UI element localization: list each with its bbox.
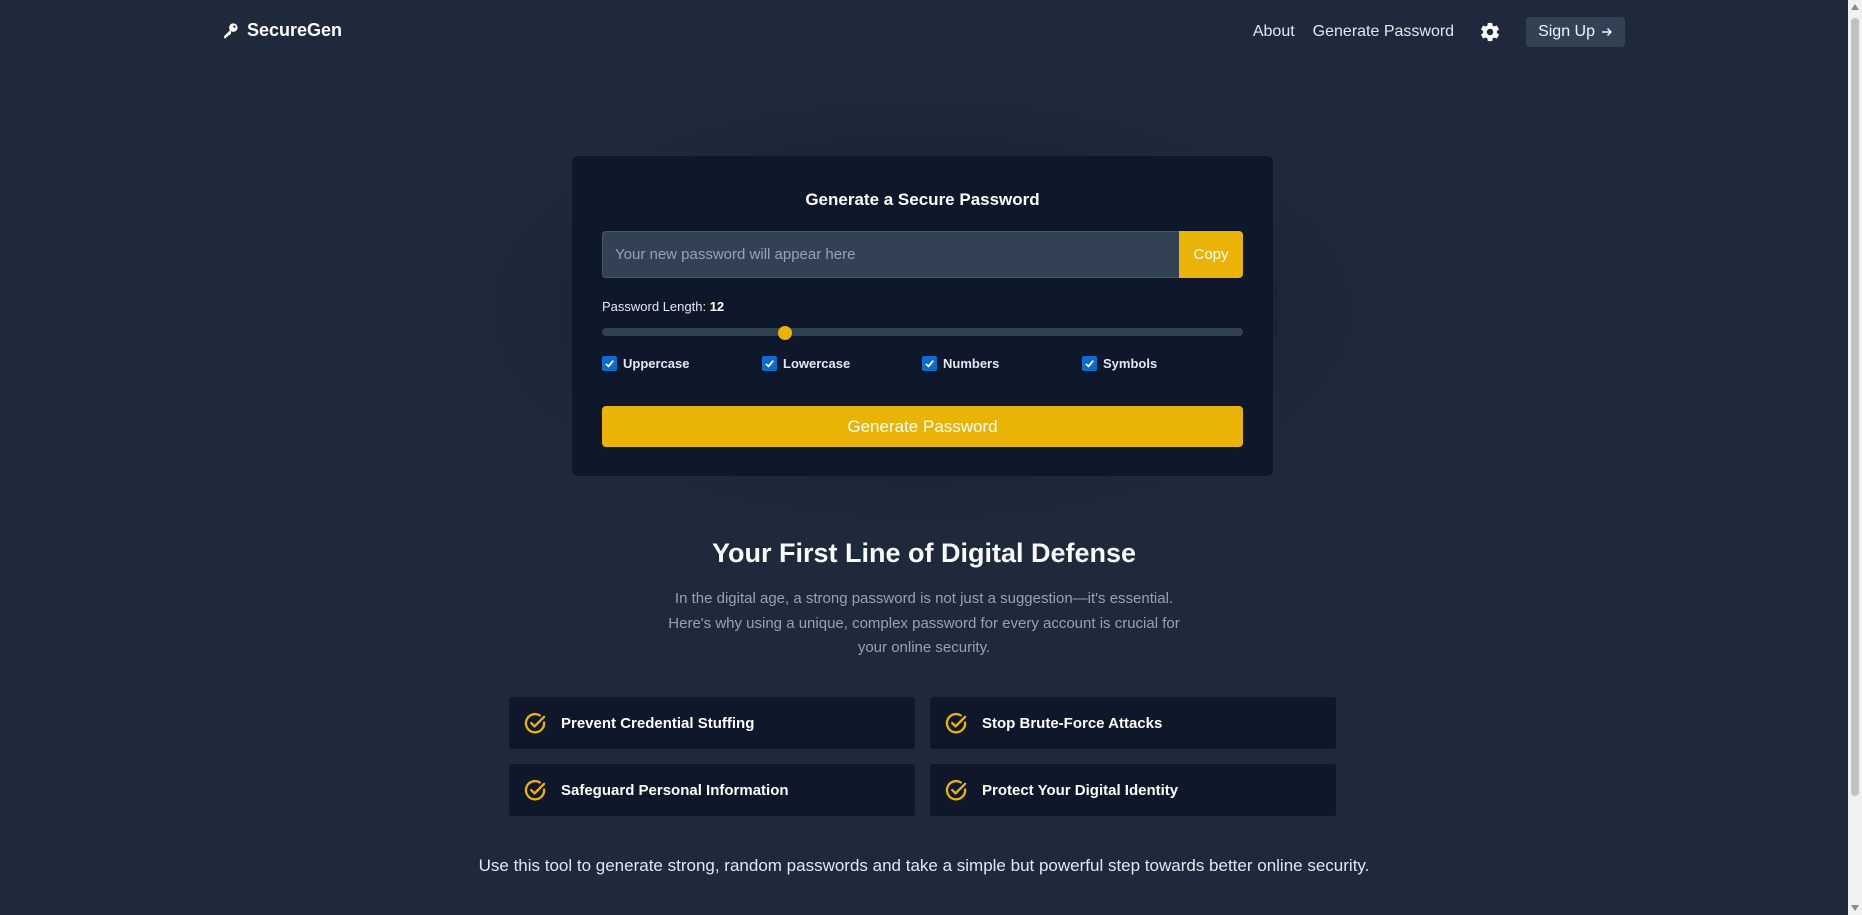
nav-about-link[interactable]: About bbox=[1253, 23, 1295, 41]
feature-label: Prevent Credential Stuffing bbox=[561, 714, 755, 732]
feature-card: Safeguard Personal Information bbox=[509, 764, 915, 816]
checkmark-icon bbox=[605, 360, 614, 368]
scrollbar-thumb[interactable] bbox=[1851, 18, 1859, 796]
check-circle-icon bbox=[945, 779, 967, 800]
brand-name: SecureGen bbox=[247, 20, 343, 40]
feature-label: Stop Brute-Force Attacks bbox=[982, 714, 1163, 732]
arrow-right-icon bbox=[1602, 27, 1613, 37]
lowercase-label: Lowercase bbox=[783, 356, 851, 371]
nav-generate-password-link[interactable]: Generate Password bbox=[1313, 23, 1454, 41]
top-nav: About Generate Password Sign Up bbox=[1253, 17, 1625, 47]
settings-button[interactable] bbox=[1478, 20, 1502, 44]
option-lowercase[interactable]: Lowercase bbox=[762, 356, 922, 371]
character-options: Uppercase Lowercase Numbers Symbols bbox=[602, 356, 1243, 371]
password-length-slider-thumb[interactable] bbox=[778, 326, 793, 340]
check-circle-icon bbox=[524, 712, 546, 733]
brand-logo[interactable]: SecureGen bbox=[222, 20, 342, 41]
sign-up-button[interactable]: Sign Up bbox=[1526, 17, 1625, 47]
check-circle-icon bbox=[524, 779, 546, 800]
symbols-label: Symbols bbox=[1103, 356, 1158, 371]
feature-card: Protect Your Digital Identity bbox=[930, 764, 1336, 816]
password-length-slider[interactable] bbox=[602, 328, 1243, 336]
numbers-label: Numbers bbox=[943, 356, 1000, 371]
feature-label: Protect Your Digital Identity bbox=[982, 781, 1179, 799]
uppercase-label: Uppercase bbox=[623, 356, 690, 371]
password-length-value: 12 bbox=[709, 299, 725, 314]
feature-label: Safeguard Personal Information bbox=[561, 781, 789, 799]
password-output-field[interactable] bbox=[602, 231, 1179, 278]
page-scrollbar[interactable] bbox=[1848, 0, 1862, 915]
password-output-row: Copy bbox=[602, 231, 1243, 278]
option-uppercase[interactable]: Uppercase bbox=[602, 356, 762, 371]
checkmark-icon bbox=[1085, 360, 1094, 368]
header: SecureGen About Generate Password Sign U… bbox=[0, 0, 1848, 64]
key-icon bbox=[224, 23, 238, 39]
scroll-up-arrow[interactable] bbox=[1851, 4, 1859, 10]
generator-title: Generate a Secure Password bbox=[805, 190, 1040, 209]
info-description: In the digital age, a strong password is… bbox=[668, 590, 1180, 656]
generate-password-button[interactable]: Generate Password bbox=[602, 406, 1243, 447]
check-circle-icon bbox=[945, 712, 967, 733]
password-length-text: Password Length: bbox=[602, 299, 707, 314]
numbers-checkbox[interactable] bbox=[922, 356, 937, 371]
symbols-checkbox[interactable] bbox=[1082, 356, 1097, 371]
option-symbols[interactable]: Symbols bbox=[1082, 356, 1242, 371]
sign-up-label: Sign Up bbox=[1538, 23, 1595, 40]
footer-text: Use this tool to generate strong, random… bbox=[478, 856, 1370, 875]
gear-icon bbox=[1481, 22, 1499, 42]
scroll-down-arrow[interactable] bbox=[1851, 905, 1859, 911]
generator-card: Generate a Secure Password Copy Password… bbox=[572, 156, 1273, 476]
password-length-label: Password Length: 12 bbox=[602, 299, 724, 314]
feature-card: Stop Brute-Force Attacks bbox=[930, 697, 1336, 749]
lowercase-checkbox[interactable] bbox=[762, 356, 777, 371]
copy-button[interactable]: Copy bbox=[1179, 231, 1243, 278]
checkmark-icon bbox=[765, 360, 774, 368]
checkmark-icon bbox=[925, 360, 934, 368]
info-title: Your First Line of Digital Defense bbox=[711, 538, 1137, 568]
feature-card: Prevent Credential Stuffing bbox=[509, 697, 915, 749]
option-numbers[interactable]: Numbers bbox=[922, 356, 1082, 371]
uppercase-checkbox[interactable] bbox=[602, 356, 617, 371]
